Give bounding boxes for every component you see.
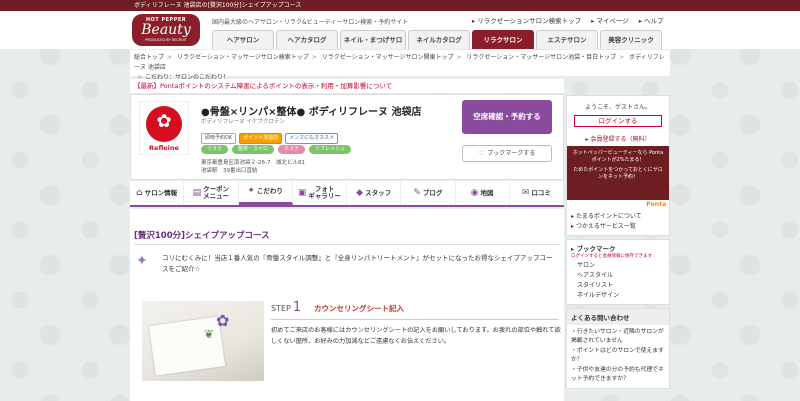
tab-coupon-menu[interactable]: ▤ クーポン メニュー bbox=[184, 181, 239, 205]
breadcrumb-item[interactable]: 総合トップ bbox=[134, 54, 164, 61]
sparkle-icon: ✦ bbox=[247, 186, 255, 196]
salon-name: ●骨盤×リンパ×整体● ボディリフレーヌ 池袋店 bbox=[201, 107, 422, 118]
bookmark-box: ▸ ブックマーク ログインすると会員情報に保存できます サロン ヘアスタイル ス… bbox=[566, 239, 670, 305]
coupon-icon: ▤ bbox=[192, 187, 202, 198]
login-button[interactable]: ログインする bbox=[574, 115, 662, 127]
step-title: カウンセリングシート記入 bbox=[314, 304, 404, 313]
badge-instant: 即時予約OK bbox=[201, 133, 237, 144]
reserve-button[interactable]: 空席確認・予約する bbox=[462, 100, 552, 134]
link-points[interactable]: ▸ たまるポイントについて bbox=[571, 212, 665, 222]
site-tagline: 国内最大級のヘアサロン・リラク&ビューティーサロン検索・予約サイト bbox=[212, 19, 409, 26]
faq-box: よくある問い合わせ ・行きたいサロン・近隣のサロンが掲載されていません ・ポイン… bbox=[566, 308, 670, 389]
genre-seitai: 整体・カイロ bbox=[232, 145, 275, 154]
lavender-icon: ✿ bbox=[216, 311, 230, 330]
salon-genres: リラク 整体・カイロ エステ リフレッシュ bbox=[201, 145, 352, 154]
nav-hair-salon[interactable]: ヘアサロン bbox=[212, 30, 274, 49]
heart-icon: ♡ bbox=[478, 150, 485, 157]
site-header: HOT PEPPER Beauty PRODUCED BY RECRUIT 国内… bbox=[0, 11, 800, 63]
section-title: [贅沢100分]シェイプアップコース bbox=[134, 231, 270, 241]
step-photo: ✿ ❦ bbox=[142, 301, 264, 381]
register-link[interactable]: ▸ 会員登録する（無料） bbox=[567, 134, 669, 146]
nav-esthe-salon[interactable]: エステサロン bbox=[536, 30, 598, 49]
header-links: ▸ リラクゼーションサロン検索トップ ▸ マイページ ▸ ヘルプ bbox=[472, 15, 664, 25]
nav-relax-salon[interactable]: リラクサロン bbox=[472, 30, 534, 49]
faq-item[interactable]: ・子供や友達の分の予約も代理でネット予約できますか？ bbox=[571, 366, 665, 384]
salon-logo: Refleine bbox=[139, 101, 189, 155]
map-pin-icon: ◉ bbox=[470, 187, 479, 198]
badge-mens: メンズにもオススメ bbox=[285, 133, 339, 144]
salon-kana: ボディリフレーヌ イケブクロテン bbox=[201, 119, 285, 125]
tab-blog[interactable]: ✎ ブログ bbox=[401, 181, 456, 205]
badge-points: ポイント加盟店 bbox=[239, 133, 283, 144]
genre-relax: リラク bbox=[201, 145, 229, 154]
tab-salon-info[interactable]: ⌂ サロン情報 bbox=[130, 181, 185, 205]
staff-icon: ◆ bbox=[356, 187, 364, 198]
faq-item[interactable]: ・行きたいサロン・近隣のサロンが掲載されていません bbox=[571, 328, 665, 346]
nav-hair-catalog[interactable]: ヘアカタログ bbox=[276, 30, 338, 49]
home-icon: ⌂ bbox=[136, 187, 143, 198]
nav-nail-catalog[interactable]: ネイルカタログ bbox=[408, 30, 470, 49]
tab-photo-gallery[interactable]: ▣ フォト ギャラリー bbox=[293, 181, 347, 205]
bookmark-button[interactable]: ♡ ブックマークする bbox=[462, 145, 552, 162]
nav-beauty-clinic[interactable]: 美容クリニック bbox=[600, 30, 662, 49]
bookmark-salon[interactable]: サロン bbox=[577, 261, 665, 271]
main-content: [贅沢100分]シェイプアップコース ✦ コリにむくみに！当店１番人気の『骨盤ス… bbox=[130, 209, 564, 401]
salon-address: 東京都豊島区南池袋２-26-7 城北ビル81 池袋駅 39番出口直結 bbox=[201, 160, 305, 174]
tab-reviews[interactable]: ✉ 口コミ bbox=[510, 181, 564, 205]
divider bbox=[271, 319, 559, 320]
page-topbar: ボディリフレーヌ 池袋店の[贅沢100分]シェイプアップコース bbox=[0, 0, 800, 11]
genre-refresh: リフレッシュ bbox=[309, 145, 352, 154]
tab-map[interactable]: ◉ 地図 bbox=[456, 181, 510, 205]
link-help[interactable]: ▸ ヘルプ bbox=[639, 15, 664, 25]
system-notice[interactable]: 【最新】Pontaポイントのシステム障害によるポイントの表示・利用・加算影響につ… bbox=[130, 79, 564, 93]
bookmark-stylist[interactable]: スタイリスト bbox=[577, 281, 665, 291]
genre-esthe: エステ bbox=[278, 145, 306, 154]
step-description: 初めてご来店のお客様にはカウンセリングシートの記入をお願いしております。お疲れの… bbox=[271, 327, 561, 345]
global-nav: ヘアサロン ヘアカタログ ネイル・まつげサロン ネイルカタログ リラクサロン エ… bbox=[212, 30, 662, 63]
ponta-logo: Ponta bbox=[567, 200, 669, 209]
nav-nail-eyelash[interactable]: ネイル・まつげサロン bbox=[340, 30, 406, 63]
salon-logo-mark bbox=[146, 106, 182, 142]
hotpepper-beauty-logo[interactable]: HOT PEPPER Beauty PRODUCED BY RECRUIT bbox=[132, 14, 200, 46]
sparkle-icon: ✦ bbox=[136, 253, 148, 269]
breadcrumb-item[interactable]: リラクゼーション・マッサージサロン関東トップ bbox=[322, 54, 454, 61]
ponta-banner[interactable]: ホットペッパービューティーなら Pontaポイントが2%たまる！ ためたポイント… bbox=[567, 146, 669, 200]
link-relax-top[interactable]: ▸ リラクゼーションサロン検索トップ bbox=[472, 15, 581, 25]
breadcrumb-item[interactable]: リラクゼーション・マッサージサロン池袋・目白トップ bbox=[466, 54, 616, 61]
bookmark-hairstyle[interactable]: ヘアスタイル bbox=[577, 271, 665, 281]
pen-icon: ✎ bbox=[413, 187, 421, 198]
speech-icon: ✉ bbox=[521, 187, 530, 198]
bookmark-list: サロン ヘアスタイル スタイリスト ネイルデザイン bbox=[567, 261, 669, 304]
tab-kodawari[interactable]: ✦ こだわり bbox=[238, 181, 293, 205]
divider bbox=[134, 244, 560, 245]
salon-badges: 即時予約OK ポイント加盟店 メンズにもオススメ bbox=[201, 133, 339, 144]
photo-icon: ▣ bbox=[297, 187, 307, 198]
link-services[interactable]: ▸ つかえるサービス一覧 bbox=[571, 222, 665, 232]
leaf-icon: ❦ bbox=[204, 327, 215, 341]
points-links: ▸ たまるポイントについて ▸ つかえるサービス一覧 bbox=[567, 209, 669, 235]
tab-staff[interactable]: ◆ スタッフ bbox=[347, 181, 402, 205]
step-number: STEP 1 bbox=[271, 300, 302, 315]
login-box: ようこそ、ゲストさん。 ログインする ▸ 会員登録する（無料） ホットペッパービ… bbox=[566, 95, 670, 236]
section-intro: コリにむくみに！当店１番人気の『骨盤スタイル調整』と『全身リンパトリートメント』… bbox=[162, 254, 553, 273]
faq-item[interactable]: ・ポイントはどのサロンで使えますか？ bbox=[571, 347, 665, 365]
link-mypage[interactable]: ▸ マイページ bbox=[591, 15, 629, 25]
faq-list: ・行きたいサロン・近隣のサロンが掲載されていません ・ポイントはどのサロンで使え… bbox=[567, 325, 669, 388]
breadcrumb: 総合トップ > リラクゼーション・マッサージサロン検索トップ > リラクゼーション・… bbox=[130, 50, 670, 81]
salon-tabs: ⌂ サロン情報 ▤ クーポン メニュー ✦ こだわり ▣ フォト ギャラリー ◆ スタッフ… bbox=[130, 181, 564, 207]
breadcrumb-item[interactable]: リラクゼーション・マッサージサロン検索トップ bbox=[177, 54, 309, 61]
bookmark-nail[interactable]: ネイルデザイン bbox=[577, 291, 665, 301]
right-sidebar: ようこそ、ゲストさん。 ログインする ▸ 会員登録する（無料） ホットペッパービ… bbox=[566, 95, 670, 392]
